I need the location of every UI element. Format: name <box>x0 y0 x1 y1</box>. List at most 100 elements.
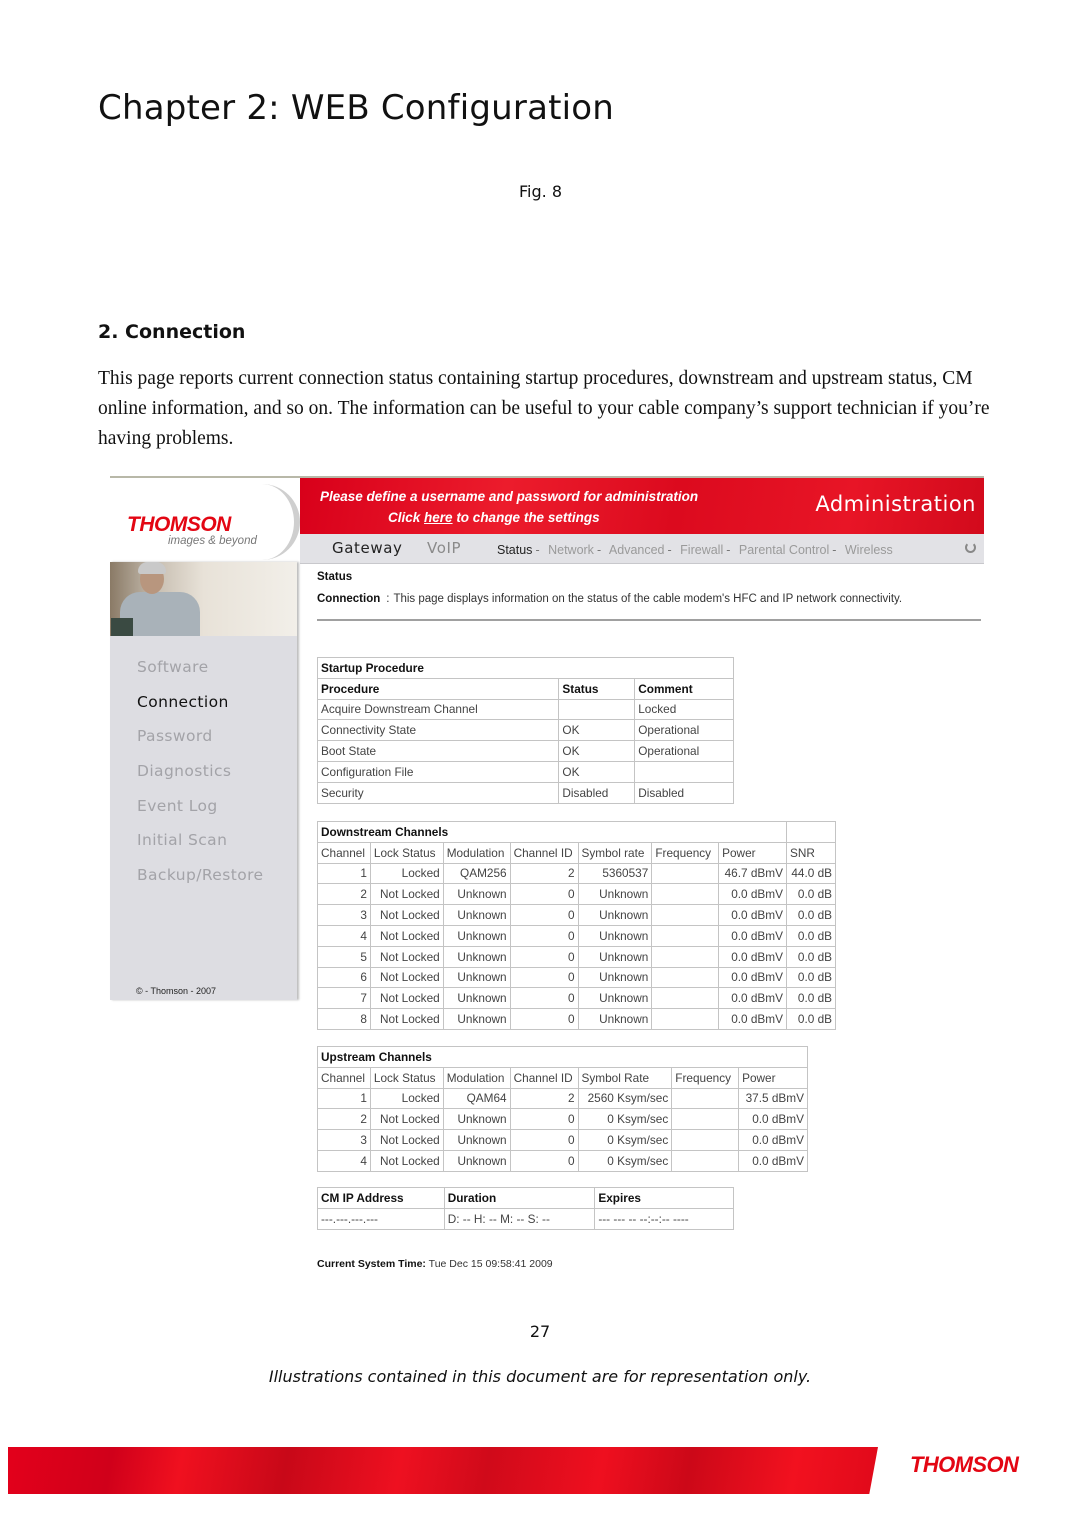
table-cell: QAM256 <box>442 862 511 885</box>
table-cell: 37.5 dBmV <box>738 1087 808 1110</box>
table-cell <box>651 1008 720 1030</box>
system-time-label: Current System Time: <box>317 1258 426 1270</box>
lease-expires: --- --- -- --:--:-- ---- <box>594 1207 734 1230</box>
column-header: Channel ID <box>509 841 579 864</box>
banner-prefix: Click <box>388 510 425 525</box>
table-cell: 0.0 dBmV <box>738 1108 808 1131</box>
table-row: Configuration File OK <box>316 760 734 783</box>
subnav-network[interactable]: Network <box>548 543 594 557</box>
sidebar-item-initial-scan[interactable]: Initial Scan <box>137 831 263 866</box>
upstream-channels-table: Upstream Channels Channel Lock Status Mo… <box>317 1046 808 1172</box>
table-cell: 0.0 dBmV <box>718 1008 787 1030</box>
sidebar-item-backup-restore[interactable]: Backup/Restore <box>137 866 263 901</box>
subnav-firewall[interactable]: Firewall <box>680 543 723 557</box>
table-cell: OK <box>558 740 636 762</box>
table-cell: Not Locked <box>369 1149 444 1172</box>
column-header: Lock Status <box>369 841 444 864</box>
startup-procedure-table: Startup Procedure Procedure Status Comme… <box>316 657 734 804</box>
chapter-title: Chapter 2: WEB Configuration <box>98 88 615 128</box>
table-cell: Disabled <box>558 781 636 804</box>
table-cell: Acquire Downstream Channel <box>316 698 560 721</box>
table-cell: Unknown <box>442 924 511 947</box>
footer-thomson-logo: THOMSON <box>910 1452 1019 1477</box>
table-cell: Not Locked <box>369 1108 444 1131</box>
table-cell <box>671 1108 740 1131</box>
table-cell: Unknown <box>442 966 511 989</box>
change-settings-link[interactable]: here <box>424 510 453 525</box>
subnav-separator: - <box>832 543 837 557</box>
table-cell: Unknown <box>442 1129 511 1151</box>
table-cell: OK <box>558 760 636 783</box>
table-cell: Unknown <box>442 945 511 968</box>
table-cell: Security <box>316 781 560 804</box>
table-cell <box>671 1149 740 1172</box>
sidebar-item-event-log[interactable]: Event Log <box>137 797 263 832</box>
table-title: Upstream Channels <box>317 1046 808 1068</box>
table-cell: 4 <box>317 924 371 947</box>
table-cell: 6 <box>317 966 371 989</box>
table-cell <box>671 1129 740 1151</box>
logo-tagline: images & beyond <box>168 535 257 547</box>
table-cell: Unknown <box>577 945 653 968</box>
logo-brand: THOMSON <box>127 513 231 536</box>
page-desc-separator: : <box>386 593 390 605</box>
table-cell: 0.0 dBmV <box>718 966 787 989</box>
nav-gateway[interactable]: Gateway <box>332 539 402 557</box>
page-desc-label: Connection <box>317 593 381 605</box>
table-cell: Configuration File <box>316 760 560 783</box>
table-cell: 5360537 <box>577 862 653 885</box>
table-row: 1 Locked QAM64 2 2560 Ksym/sec 37.5 dBmV <box>317 1087 808 1110</box>
subnav-status[interactable]: Status <box>497 543 532 557</box>
table-cell: 0 <box>509 883 579 906</box>
page-number: 27 <box>529 1322 551 1341</box>
table-cell <box>651 945 720 968</box>
table-cell: 2 <box>317 883 371 906</box>
table-cell: 0.0 dBmV <box>738 1149 808 1172</box>
table-row: 4 Not Locked Unknown 0 0 Ksym/sec 0.0 dBmV <box>317 1149 808 1172</box>
sidebar-item-connection[interactable]: Connection <box>137 693 263 728</box>
table-row: Security Disabled Disabled <box>316 781 734 804</box>
table-row: 5 Not Locked Unknown 0 Unknown 0.0 dBmV 0.0 dB <box>317 945 836 968</box>
sidebar-item-diagnostics[interactable]: Diagnostics <box>137 762 263 797</box>
subnav-advanced[interactable]: Advanced <box>609 543 665 557</box>
sub-navigation: Status - Network - Advanced - Firewall - Par… <box>497 543 893 557</box>
table-cell: Unknown <box>442 883 511 906</box>
nav-voip[interactable]: VoIP <box>427 539 461 557</box>
content-divider <box>317 619 981 621</box>
table-cell: OK <box>558 719 636 742</box>
table-row: Boot State OK Operational <box>316 740 734 762</box>
table-cell: 3 <box>317 1129 371 1151</box>
table-cell: Unknown <box>442 987 511 1010</box>
column-header: CM IP Address <box>317 1187 445 1209</box>
refresh-icon[interactable] <box>965 542 976 553</box>
sidebar-item-password[interactable]: Password <box>137 727 263 762</box>
table-cell: Operational <box>634 740 734 762</box>
disclaimer: Illustrations contained in this document… <box>268 1367 812 1386</box>
column-header: Channel ID <box>509 1066 579 1089</box>
sidebar-item-software[interactable]: Software <box>137 658 263 693</box>
table-cell: Unknown <box>577 904 653 926</box>
table-cell: Disabled <box>634 781 734 804</box>
table-row: Acquire Downstream Channel Locked <box>316 698 734 721</box>
intro-paragraph: This page reports current connection sta… <box>98 368 990 449</box>
logo-swoosh-icon <box>230 484 300 560</box>
table-cell: Boot State <box>316 740 560 762</box>
sidebar: Software Connection Password Diagnostics… <box>110 562 297 1000</box>
table-cell: Unknown <box>577 1008 653 1030</box>
main-navigation: Gateway VoIP Status - Network - Advanced - … <box>300 534 984 564</box>
subnav-wireless[interactable]: Wireless <box>845 543 893 557</box>
table-cell: QAM64 <box>442 1087 511 1110</box>
table-cell <box>634 760 734 783</box>
section-heading: 2. Connection <box>98 321 246 343</box>
system-time-value: Tue Dec 15 09:58:41 2009 <box>428 1258 553 1270</box>
table-cell: 2 <box>317 1108 371 1131</box>
table-cell: Unknown <box>577 883 653 906</box>
subnav-parental-control[interactable]: Parental Control <box>739 543 829 557</box>
column-header: Frequency <box>671 1066 740 1089</box>
page-heading: Status <box>317 571 353 583</box>
table-cell: 44.0 dB <box>786 862 836 885</box>
table-cell: 1 <box>317 862 371 885</box>
table-cell: 0.0 dBmV <box>738 1129 808 1151</box>
table-cell <box>651 883 720 906</box>
table-row: 4 Not Locked Unknown 0 Unknown 0.0 dBmV 0.0 dB <box>317 924 836 947</box>
